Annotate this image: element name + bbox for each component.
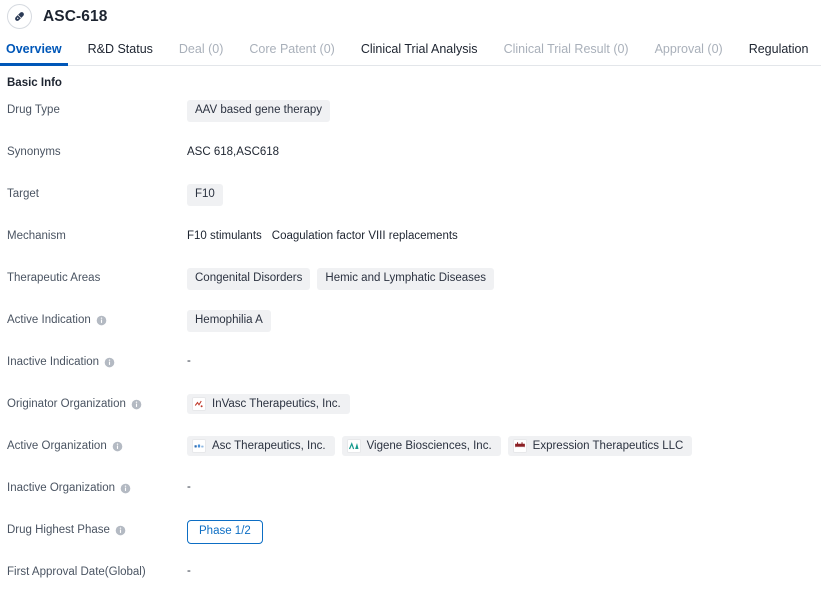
field-label-text: Active Indication [7,314,91,326]
field-value: - [187,469,821,493]
chip-active-indication[interactable]: Hemophilia A [187,310,271,332]
organization-name: InVasc Therapeutics, Inc. [212,397,341,410]
field-label-text: First Approval Date(Global) [7,566,146,578]
tab-deal[interactable]: Deal (0) [179,42,223,65]
info-icon[interactable] [104,357,115,368]
field-label-text: Inactive Organization [7,482,116,494]
field-row-mechanism: Mechanism F10 stimulants Coagulation fact… [0,217,821,259]
field-label-text: Active Organization [7,440,107,452]
chip-target[interactable]: F10 [187,184,223,206]
field-label: First Approval Date(Global) [0,553,187,579]
field-value: AAV based gene therapy [187,91,821,122]
tab-approval[interactable]: Approval (0) [655,42,723,65]
field-row-originator-organization: Originator Organization InVasc Therapeut… [0,385,821,427]
field-row-inactive-organization: Inactive Organization - [0,469,821,511]
field-row-drug-highest-phase: Drug Highest Phase Phase 1/2 [0,511,821,553]
field-value: Hemophilia A [187,301,821,332]
field-label-text: Therapeutic Areas [7,272,101,284]
field-row-target: Target F10 [0,175,821,217]
chip-organization[interactable]: Expression Therapeutics LLC [507,436,693,456]
info-icon[interactable] [96,315,107,326]
field-value: F10 stimulants Coagulation factor VIII re… [187,217,821,244]
synonyms-text: ASC 618,ASC618 [187,146,280,158]
inactive-organization-value: - [187,481,191,493]
chip-drug-type[interactable]: AAV based gene therapy [187,100,331,122]
field-value: Phase 1/2 [187,511,821,544]
field-row-active-indication: Active Indication Hemophilia A [0,301,821,343]
chip-therapeutic-area[interactable]: Congenital Disorders [187,268,311,290]
chip-organization[interactable]: Vigene Biosciences, Inc. [341,436,501,456]
chip-therapeutic-area[interactable]: Hemic and Lymphatic Diseases [317,268,495,290]
field-value: F10 [187,175,821,206]
tab-clinical-trial-analysis[interactable]: Clinical Trial Analysis [361,42,478,65]
tab-clinical-trial-result[interactable]: Clinical Trial Result (0) [504,42,629,65]
page-header: ASC-618 [0,0,821,33]
field-value: ASC 618,ASC618 [187,133,821,160]
field-row-active-organization: Active Organization Asc Therapeutics, In… [0,427,821,469]
info-icon[interactable] [120,483,131,494]
field-row-therapeutic-areas: Therapeutic Areas Congenital Disorders H… [0,259,821,301]
pill-capsule-icon [7,4,32,29]
tab-overview[interactable]: Overview [0,42,68,66]
field-value: Asc Therapeutics, Inc. Vigene Bioscience… [187,427,821,456]
field-label: Synonyms [0,133,187,159]
tab-rd-status[interactable]: R&D Status [88,42,153,65]
field-row-first-approval-date: First Approval Date(Global) - [0,553,821,595]
expression-logo-icon [512,439,527,453]
field-label: Active Organization [0,427,187,453]
tab-regulation[interactable]: Regulation [749,42,809,65]
organization-name: Asc Therapeutics, Inc. [212,439,326,452]
status-badge-drug-phase[interactable]: Phase 1/2 [187,520,263,544]
field-value: InVasc Therapeutics, Inc. [187,385,821,414]
field-label-text: Inactive Indication [7,356,100,368]
first-approval-date-value: - [187,565,191,577]
field-row-drug-type: Drug Type AAV based gene therapy [0,91,821,133]
vigene-logo-icon [346,439,361,453]
mechanism-item: Coagulation factor VIII replacements [271,230,458,242]
field-label-text: Drug Type [7,104,60,116]
field-label-text: Target [7,188,39,200]
field-label: Inactive Organization [0,469,187,495]
invasc-logo-icon [192,397,206,411]
field-label-text: Synonyms [7,146,61,158]
asc-logo-icon [192,439,206,453]
field-value: - [187,343,821,367]
chip-organization[interactable]: Asc Therapeutics, Inc. [187,436,335,456]
info-icon[interactable] [115,525,126,536]
field-row-synonyms: Synonyms ASC 618,ASC618 [0,133,821,175]
field-value: Congenital Disorders Hemic and Lymphatic… [187,259,821,290]
tab-bar: Overview R&D Status Deal (0) Core Patent… [0,33,821,66]
field-label: Originator Organization [0,385,187,411]
page-title: ASC-618 [43,7,108,25]
organization-name: Vigene Biosciences, Inc. [366,439,492,452]
chip-organization[interactable]: InVasc Therapeutics, Inc. [187,394,350,414]
field-label: Therapeutic Areas [0,259,187,285]
organization-name: Expression Therapeutics LLC [532,439,684,452]
mechanism-item: F10 stimulants [187,230,262,242]
field-label: Target [0,175,187,201]
field-value: - [187,553,821,577]
mechanism-list: F10 stimulants Coagulation factor VIII re… [187,226,468,244]
field-label-text: Mechanism [7,230,66,242]
tab-core-patent[interactable]: Core Patent (0) [249,42,334,65]
field-label: Mechanism [0,217,187,243]
inactive-indication-value: - [187,355,191,367]
info-icon[interactable] [131,399,142,410]
field-row-inactive-indication: Inactive Indication - [0,343,821,385]
field-label: Drug Type [0,91,187,117]
info-icon[interactable] [112,441,123,452]
field-label: Active Indication [0,301,187,327]
field-label-text: Originator Organization [7,398,126,410]
overview-content: Basic Info Drug Type AAV based gene ther… [0,66,821,595]
field-label: Inactive Indication [0,343,187,369]
field-label-text: Drug Highest Phase [7,524,110,536]
section-title-basic-info: Basic Info [7,77,62,89]
field-label: Drug Highest Phase [0,511,187,537]
